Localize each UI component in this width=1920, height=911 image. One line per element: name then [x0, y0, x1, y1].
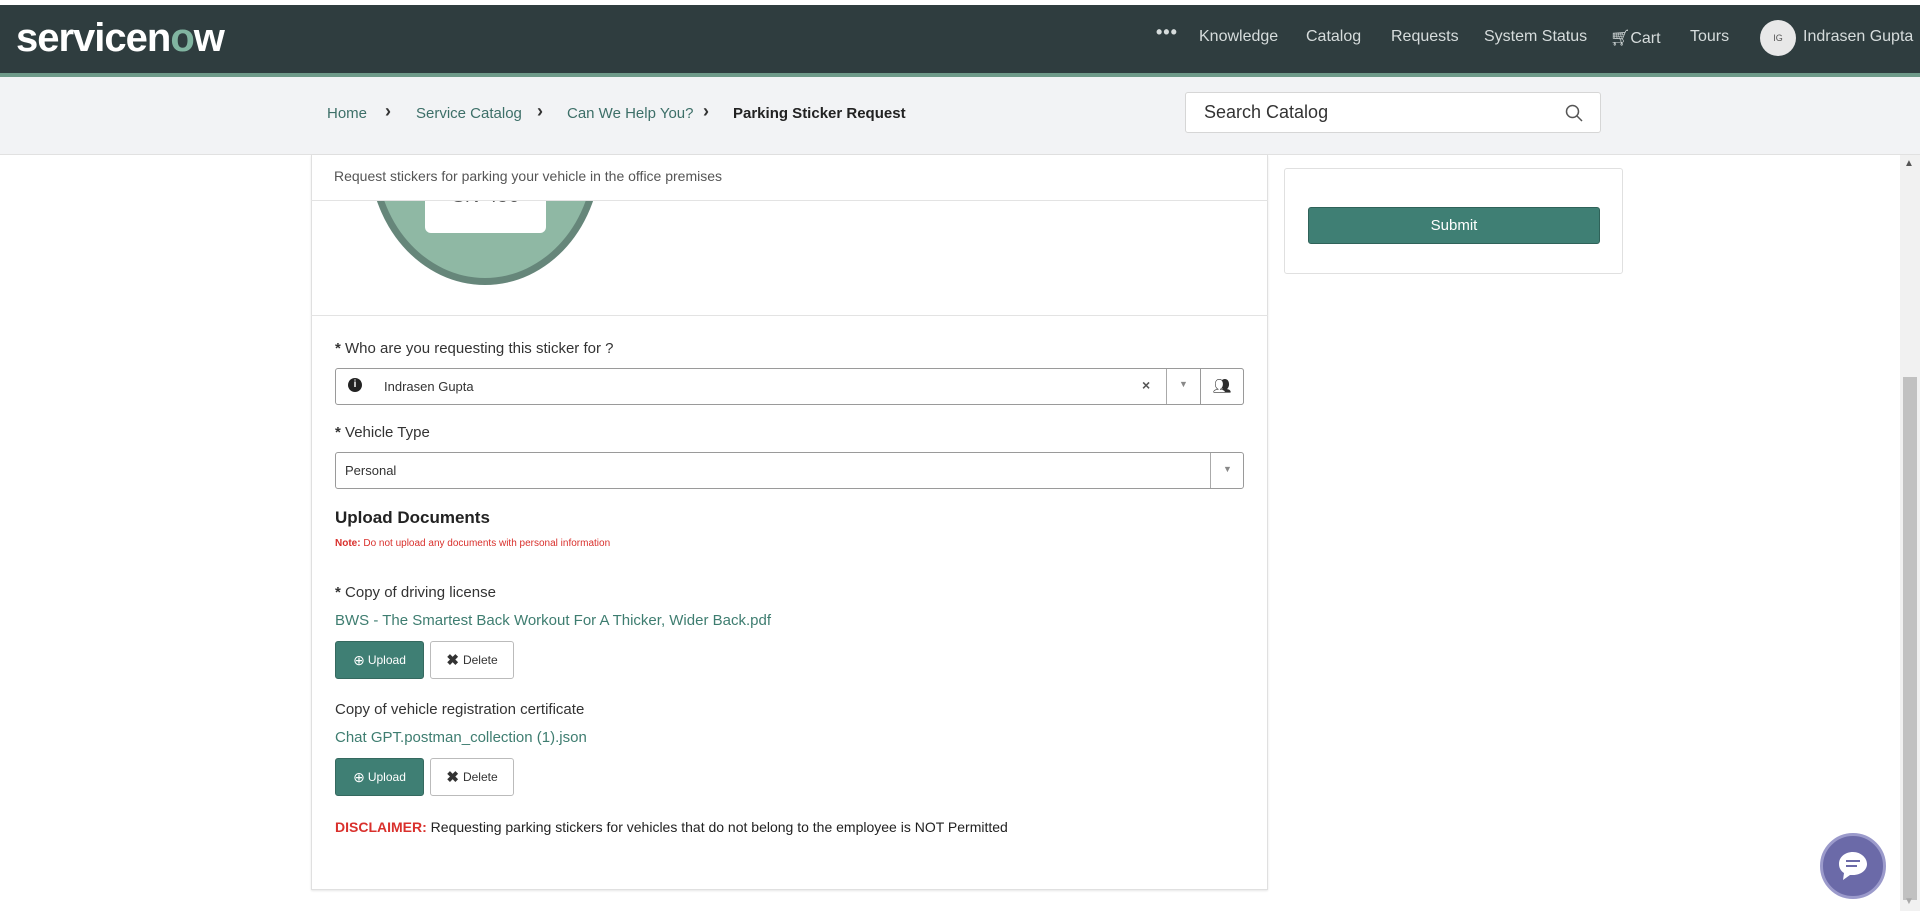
group-users-icon[interactable]: 👥︎	[1200, 368, 1244, 405]
disclaimer: DISCLAIMER: Requesting parking stickers …	[335, 819, 1008, 835]
breadcrumb-service-catalog[interactable]: Service Catalog	[416, 105, 522, 122]
breadcrumb-bar	[0, 77, 1920, 155]
chat-button[interactable]	[1820, 833, 1886, 899]
registration-label: Copy of vehicle registration certificate	[335, 701, 585, 718]
chevron-right-icon: ›	[703, 101, 709, 121]
search-catalog[interactable]	[1185, 92, 1601, 133]
requested-for-field[interactable]: i Indrasen Gupta × ▼ 👥︎	[335, 368, 1244, 405]
license-delete-button[interactable]: ✖ Delete	[430, 641, 514, 679]
upload-icon: ⊕	[353, 768, 365, 785]
chevron-right-icon: ›	[537, 101, 543, 121]
nav-requests[interactable]: Requests	[1391, 28, 1459, 46]
nav-tours[interactable]: Tours	[1690, 28, 1729, 46]
vehicle-type-value: Personal	[345, 463, 397, 478]
license-plate: SN-456	[425, 201, 546, 233]
breadcrumb-home[interactable]: Home	[327, 105, 367, 122]
vehicle-type-select[interactable]: Personal ▼	[335, 452, 1244, 489]
nav-cart[interactable]: 🛒︎Cart	[1610, 28, 1661, 48]
nav-catalog[interactable]: Catalog	[1306, 28, 1361, 46]
search-input[interactable]	[1204, 102, 1544, 123]
close-icon: ✖	[446, 769, 459, 786]
close-icon: ✖	[446, 652, 459, 669]
requested-for-value: Indrasen Gupta	[384, 379, 474, 394]
scroll-up-icon[interactable]: ▲	[1904, 158, 1914, 169]
license-upload-button[interactable]: ⊕ Upload	[335, 641, 424, 679]
item-description: Request stickers for parking your vehicl…	[334, 168, 723, 184]
parking-sticker-image: SN-456	[312, 201, 712, 315]
chevron-right-icon: ›	[385, 101, 391, 121]
chevron-down-icon[interactable]: ▼	[1179, 379, 1188, 389]
servicenow-logo[interactable]: servicenow	[16, 16, 225, 61]
requested-for-label: * Who are you requesting this sticker fo…	[335, 340, 614, 357]
nav-knowledge[interactable]: Knowledge	[1199, 28, 1278, 46]
user-name[interactable]: Indrasen Gupta	[1803, 28, 1913, 46]
upload-icon: ⊕	[353, 651, 365, 668]
nav-system-status[interactable]: System Status	[1484, 28, 1587, 46]
scroll-down-icon[interactable]: ▼	[1904, 896, 1914, 907]
registration-file-link[interactable]: Chat GPT.postman_collection (1).json	[335, 729, 587, 746]
more-menu-icon[interactable]: •••	[1156, 22, 1178, 43]
breadcrumb-current: Parking Sticker Request	[733, 105, 906, 122]
chevron-down-icon[interactable]: ▼	[1223, 464, 1232, 474]
breadcrumb-can-we-help[interactable]: Can We Help You?	[567, 105, 693, 122]
registration-delete-button[interactable]: ✖ Delete	[430, 758, 514, 796]
registration-upload-button[interactable]: ⊕ Upload	[335, 758, 424, 796]
info-icon[interactable]: i	[348, 378, 362, 392]
divider	[311, 315, 1268, 316]
clear-icon[interactable]: ×	[1142, 377, 1150, 393]
upload-note: Note: Do not upload any documents with p…	[335, 538, 611, 549]
cart-icon: 🛒︎	[1610, 30, 1631, 47]
scrollbar-thumb[interactable]	[1903, 377, 1917, 900]
driving-license-file-link[interactable]: BWS - The Smartest Back Workout For A Th…	[335, 612, 771, 629]
vehicle-type-label: * Vehicle Type	[335, 424, 430, 441]
driving-license-label: * Copy of driving license	[335, 584, 496, 601]
chat-icon	[1839, 852, 1867, 880]
submit-button[interactable]: Submit	[1308, 207, 1600, 244]
avatar[interactable]: IG	[1760, 20, 1796, 56]
search-icon[interactable]	[1565, 104, 1583, 122]
upload-documents-heading: Upload Documents	[335, 508, 490, 527]
